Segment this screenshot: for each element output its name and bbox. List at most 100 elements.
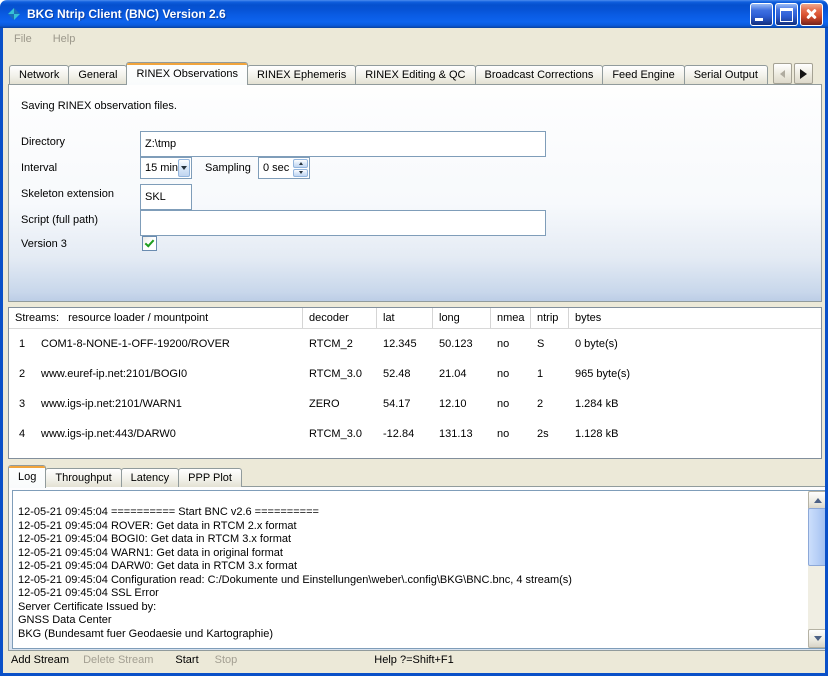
tab-scroll-left-button[interactable] xyxy=(773,63,792,84)
cell-nmea: no xyxy=(491,428,531,440)
directory-label: Directory xyxy=(21,136,65,148)
interval-value: 15 min xyxy=(141,162,178,174)
cell-bytes: 1.284 kB xyxy=(569,398,821,410)
cell-decoder: RTCM_3.0 xyxy=(303,428,377,440)
interval-select[interactable]: 15 min xyxy=(140,157,192,179)
column-header-bytes[interactable]: bytes xyxy=(569,308,821,328)
sampling-spinner[interactable]: 0 sec xyxy=(258,157,310,179)
chevron-down-icon[interactable] xyxy=(178,159,190,177)
cell-decoder: RTCM_2 xyxy=(303,338,377,350)
column-header-ntrip[interactable]: ntrip xyxy=(531,308,569,328)
window-title: BKG Ntrip Client (BNC) Version 2.6 xyxy=(27,7,745,21)
cell-decoder: RTCM_3.0 xyxy=(303,368,377,380)
skeleton-extension-input[interactable] xyxy=(140,184,192,210)
menu-file[interactable]: File xyxy=(12,31,34,47)
arrow-left-icon xyxy=(780,70,785,78)
tab-broadcast-corrections[interactable]: Broadcast Corrections xyxy=(475,65,604,84)
column-header-nmea[interactable]: nmea xyxy=(491,308,531,328)
cell-mountpoint: www.igs-ip.net:443/DARW0 xyxy=(35,428,303,440)
script-input[interactable] xyxy=(140,210,546,236)
log-line: GNSS Data Center xyxy=(18,614,803,628)
column-header-mountpoint[interactable]: Streams: resource loader / mountpoint xyxy=(9,308,303,328)
tab-scroll-buttons xyxy=(773,63,813,84)
cell-decoder: ZERO xyxy=(303,398,377,410)
version3-checkbox[interactable] xyxy=(142,236,157,251)
delete-stream-button[interactable]: Delete Stream xyxy=(80,652,156,668)
cell-bytes: 0 byte(s) xyxy=(569,338,821,350)
window-controls xyxy=(750,3,823,26)
add-stream-button[interactable]: Add Stream xyxy=(8,652,72,668)
menu-help[interactable]: Help xyxy=(51,31,78,47)
cell-long: 131.13 xyxy=(433,428,491,440)
tab-serial-output[interactable]: Serial Output xyxy=(684,65,768,84)
cell-bytes: 965 byte(s) xyxy=(569,368,821,380)
log-line: 12-05-21 09:45:04 SSL Error xyxy=(18,587,803,601)
tab-latency[interactable]: Latency xyxy=(121,468,180,487)
tab-ppp-plot[interactable]: PPP Plot xyxy=(178,468,242,487)
log-line: 12-05-21 09:45:04 WARN1: Get data in ori… xyxy=(18,547,803,561)
window-body: File Help NetworkGeneralRINEX Observatio… xyxy=(0,28,828,676)
arrow-right-icon xyxy=(800,69,807,79)
arrow-up-icon xyxy=(814,498,822,503)
cell-mountpoint: www.euref-ip.net:2101/BOGI0 xyxy=(35,368,303,380)
cell-nmea: no xyxy=(491,398,531,410)
close-button[interactable] xyxy=(800,3,823,26)
cell-ntrip: 2s xyxy=(531,428,569,440)
column-header-lat[interactable]: lat xyxy=(377,308,433,328)
cell-num: 3 xyxy=(9,398,35,410)
tab-general[interactable]: General xyxy=(68,65,127,84)
log-line: 12-05-21 09:45:04 ROVER: Get data in RTC… xyxy=(18,520,803,534)
cell-long: 21.04 xyxy=(433,368,491,380)
cell-num: 4 xyxy=(9,428,35,440)
column-header-decoder[interactable]: decoder xyxy=(303,308,377,328)
bottom-tab-bar: LogThroughputLatencyPPP Plot xyxy=(8,465,242,487)
tab-log[interactable]: Log xyxy=(8,465,46,488)
stop-button[interactable]: Stop xyxy=(212,652,241,668)
cell-lat: -12.84 xyxy=(377,428,433,440)
column-header-long[interactable]: long xyxy=(433,308,491,328)
tab-rinex-observations[interactable]: RINEX Observations xyxy=(126,62,247,85)
log-line: 12-05-21 09:45:04 Configuration read: C:… xyxy=(18,574,803,588)
stream-row[interactable]: 4www.igs-ip.net:443/DARW0RTCM_3.0-12.841… xyxy=(9,419,821,449)
cell-bytes: 1.128 kB xyxy=(569,428,821,440)
cell-nmea: no xyxy=(491,338,531,350)
stream-row[interactable]: 1COM1-8-NONE-1-OFF-19200/ROVERRTCM_212.3… xyxy=(9,329,821,359)
tab-scroll-right-button[interactable] xyxy=(794,63,813,84)
cell-ntrip: S xyxy=(531,338,569,350)
cell-lat: 54.17 xyxy=(377,398,433,410)
tab-rinex-editing-qc[interactable]: RINEX Editing & QC xyxy=(355,65,475,84)
log-scrollbar[interactable] xyxy=(808,491,825,648)
stream-row[interactable]: 3www.igs-ip.net:2101/WARN1ZERO54.1712.10… xyxy=(9,389,821,419)
app-icon xyxy=(6,6,22,22)
streams-table: Streams: resource loader / mountpoint de… xyxy=(8,307,822,459)
cell-num: 2 xyxy=(9,368,35,380)
log-line: 12-05-21 09:45:04 ========== Start BNC v… xyxy=(18,506,803,520)
log-text[interactable]: 12-05-21 09:45:04 ========== Start BNC v… xyxy=(13,491,808,648)
scrollbar-thumb[interactable] xyxy=(808,508,826,566)
spinner-buttons xyxy=(293,159,308,177)
tab-rinex-ephemeris[interactable]: RINEX Ephemeris xyxy=(247,65,356,84)
sampling-label: Sampling xyxy=(205,162,251,174)
log-viewport: 12-05-21 09:45:04 ========== Start BNC v… xyxy=(12,490,826,649)
cell-lat: 52.48 xyxy=(377,368,433,380)
minimize-button[interactable] xyxy=(750,3,773,26)
cell-num: 1 xyxy=(9,338,35,350)
streams-table-body: 1COM1-8-NONE-1-OFF-19200/ROVERRTCM_212.3… xyxy=(9,329,821,449)
stream-row[interactable]: 2www.euref-ip.net:2101/BOGI0RTCM_3.052.4… xyxy=(9,359,821,389)
cell-mountpoint: COM1-8-NONE-1-OFF-19200/ROVER xyxy=(35,338,303,350)
log-line: BKG (Bundesamt fuer Geodaesie und Kartog… xyxy=(18,628,803,642)
maximize-button[interactable] xyxy=(775,3,798,26)
cell-ntrip: 2 xyxy=(531,398,569,410)
tab-bar-tabs: NetworkGeneralRINEX ObservationsRINEX Ep… xyxy=(9,62,768,84)
directory-input[interactable] xyxy=(140,131,546,157)
app-window: BKG Ntrip Client (BNC) Version 2.6 File … xyxy=(0,0,828,676)
tab-feed-engine[interactable]: Feed Engine xyxy=(602,65,684,84)
rinex-observations-page: Saving RINEX observation files. Director… xyxy=(8,84,822,302)
tab-network[interactable]: Network xyxy=(9,65,69,84)
cell-long: 12.10 xyxy=(433,398,491,410)
start-button[interactable]: Start xyxy=(172,652,201,668)
spin-up-icon[interactable] xyxy=(293,159,308,168)
spin-down-icon[interactable] xyxy=(293,169,308,178)
scroll-down-button[interactable] xyxy=(808,629,826,648)
tab-throughput[interactable]: Throughput xyxy=(45,468,121,487)
